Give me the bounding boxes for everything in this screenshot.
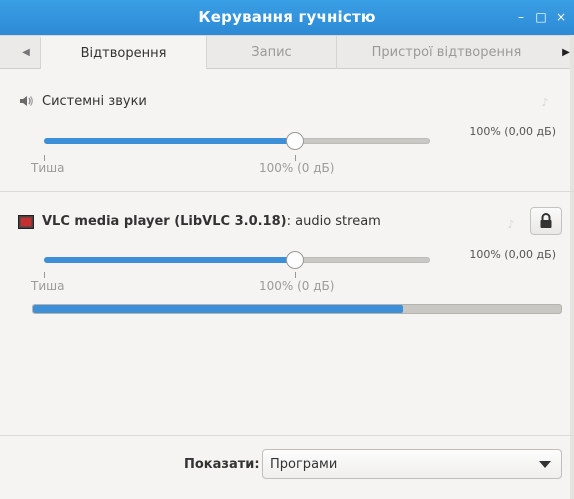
system-sounds-volume-slider[interactable] xyxy=(44,131,430,151)
minimize-button[interactable]: – xyxy=(514,9,528,25)
close-button[interactable]: × xyxy=(554,9,568,25)
window-titlebar: Керування гучністю – □ × xyxy=(0,0,574,35)
vlc-scale-min: Тиша xyxy=(31,279,65,293)
vlc-volume-slider[interactable] xyxy=(44,250,430,270)
system-sounds-label: Системні звуки xyxy=(42,93,147,109)
footer: Показати: Програми xyxy=(0,435,574,499)
tab-recording-label: Запис xyxy=(251,45,292,60)
vlc-stream-section: VLC media player (LibVLC 3.0.18): audio … xyxy=(0,193,574,325)
tab-playback[interactable]: Відтворення xyxy=(40,36,206,69)
vlc-level-meter xyxy=(32,304,562,314)
mute-toggle-icon[interactable]: ♪ xyxy=(534,91,556,113)
show-filter-select[interactable]: Програми xyxy=(262,449,562,479)
maximize-button[interactable]: □ xyxy=(534,9,548,25)
lock-icon xyxy=(540,213,552,228)
system-sounds-slider-handle[interactable] xyxy=(286,132,304,150)
system-sounds-scale-mid: 100% (0 дБ) xyxy=(259,161,335,175)
system-sounds-scale-min: Тиша xyxy=(31,161,65,175)
vlc-volume-text: 100% (0,00 дБ) xyxy=(469,248,556,261)
system-sounds-section: Системні звуки ♪ 100% (0,00 дБ) Тиша 100… xyxy=(0,70,574,192)
tab-output-devices[interactable]: Пристрої відтворення xyxy=(336,36,556,69)
tab-output-devices-label: Пристрої відтворення xyxy=(371,45,522,60)
vlc-stream-suffix: : audio stream xyxy=(286,214,381,229)
speaker-icon xyxy=(18,93,34,109)
tab-recording[interactable]: Запис xyxy=(206,36,336,69)
vlc-icon xyxy=(18,214,34,229)
vlc-slider-handle[interactable] xyxy=(286,251,304,269)
mute-toggle-icon[interactable]: ♪ xyxy=(500,213,522,235)
tab-bar: ◀ Відтворення Запис Пристрої відтворення… xyxy=(0,35,574,69)
tab-scroll-left-icon[interactable]: ◀ xyxy=(12,36,40,69)
system-sounds-volume-text: 100% (0,00 дБ) xyxy=(469,125,556,138)
vlc-scale-mid: 100% (0 дБ) xyxy=(259,279,335,293)
vlc-app-name: VLC media player (LibVLC 3.0.18) xyxy=(42,214,287,229)
tab-playback-label: Відтворення xyxy=(80,46,167,61)
chevron-down-icon xyxy=(539,461,551,468)
window-title: Керування гучністю xyxy=(198,8,376,26)
lock-channels-button[interactable] xyxy=(530,207,562,235)
show-label: Показати: xyxy=(184,457,260,472)
show-filter-value: Програми xyxy=(270,456,338,472)
